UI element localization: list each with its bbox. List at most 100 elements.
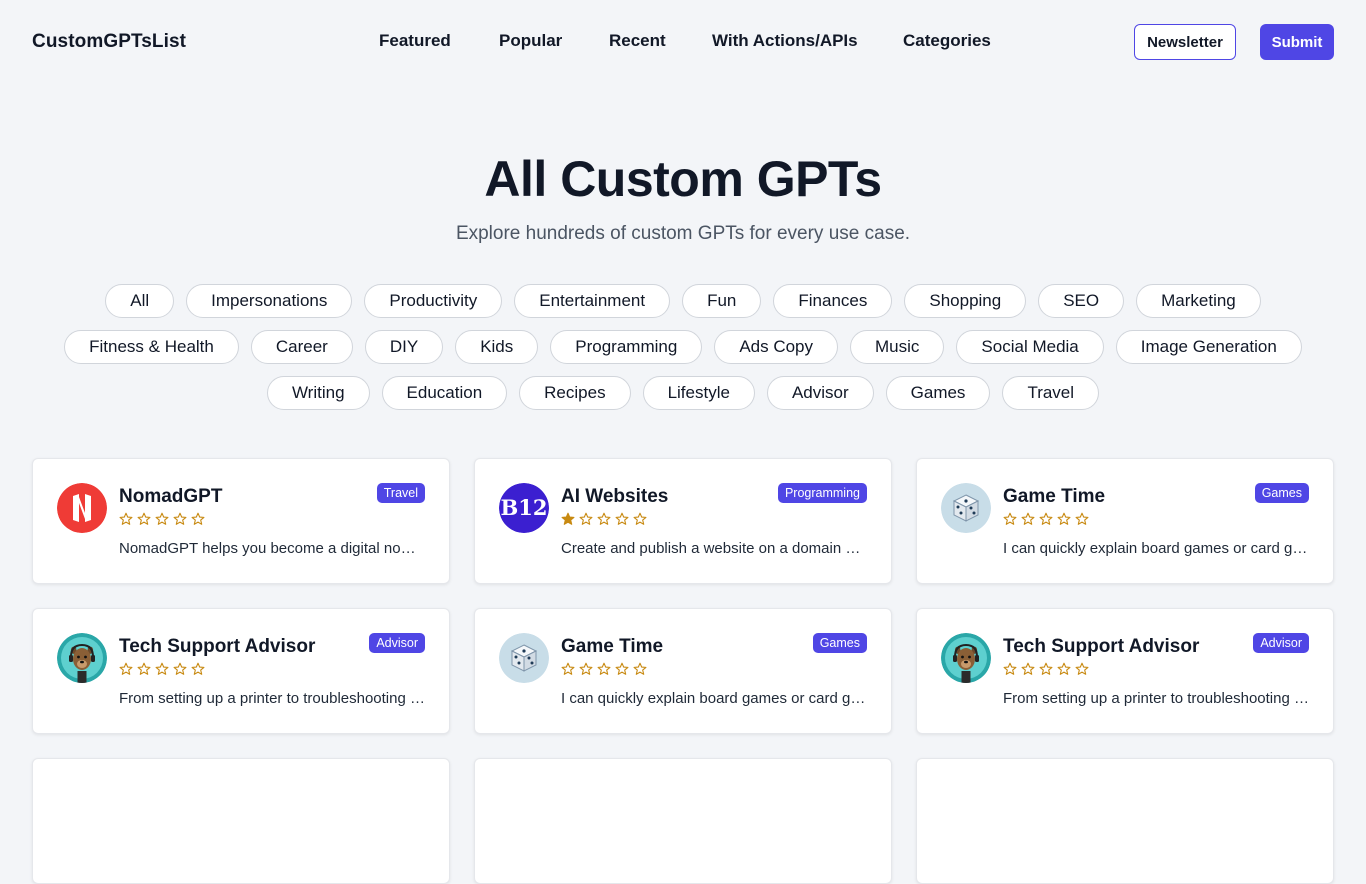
card-title[interactable]: Tech Support Advisor: [1003, 636, 1199, 658]
filter-chip-writing[interactable]: Writing: [266, 376, 370, 410]
star-outline-icon: [137, 662, 151, 678]
category-badge: Games: [1254, 483, 1309, 503]
filter-row-3: Writing Education Recipes Lifestyle Advi…: [0, 376, 1366, 410]
star-outline-icon: [597, 512, 611, 528]
filter-chip-fun[interactable]: Fun: [682, 284, 762, 318]
star-outline-icon: [155, 662, 169, 678]
filter-chip-finances[interactable]: Finances: [773, 284, 893, 318]
star-outline-icon: [579, 662, 593, 678]
site-header: CustomGPTsList Featured Popular Recent W…: [0, 0, 1366, 84]
gpt-card[interactable]: Game Time Games I can quickly explain boar…: [474, 608, 892, 734]
star-outline-icon: [633, 512, 647, 528]
star-outline-icon: [1057, 512, 1071, 528]
star-outline-icon: [137, 512, 151, 528]
filter-chip-image-generation[interactable]: Image Generation: [1115, 330, 1302, 364]
star-outline-icon: [1003, 662, 1017, 678]
star-filled-icon: [561, 512, 575, 528]
star-outline-icon: [633, 662, 647, 678]
filter-chip-kids[interactable]: Kids: [455, 330, 539, 364]
filter-chip-seo[interactable]: SEO: [1038, 284, 1125, 318]
star-outline-icon: [1057, 662, 1071, 678]
gpt-card[interactable]: NomadGPT Travel NomadGPT helps you become …: [32, 458, 450, 584]
category-badge: Programming: [777, 483, 867, 503]
nav-featured[interactable]: Featured: [379, 31, 451, 51]
filter-chip-all[interactable]: All: [105, 284, 175, 318]
filter-chip-music[interactable]: Music: [850, 330, 945, 364]
star-rating: [561, 662, 647, 678]
filter-chip-productivity[interactable]: Productivity: [364, 284, 503, 318]
star-outline-icon: [615, 512, 629, 528]
gpt-card-partial[interactable]: [474, 758, 892, 884]
filter-chip-travel[interactable]: Travel: [1002, 376, 1100, 410]
star-rating: [1003, 512, 1089, 528]
star-rating: [119, 662, 205, 678]
star-rating: [1003, 662, 1089, 678]
b12-logo-icon: B12: [499, 483, 549, 533]
star-outline-icon: [155, 512, 169, 528]
nav-recent[interactable]: Recent: [609, 31, 666, 51]
filter-chip-ads-copy[interactable]: Ads Copy: [714, 330, 839, 364]
card-description: I can quickly explain board games or car…: [1003, 540, 1309, 557]
filter-chip-social-media[interactable]: Social Media: [956, 330, 1104, 364]
star-rating: [119, 512, 205, 528]
page-title: All Custom GPTs: [484, 151, 882, 207]
star-outline-icon: [191, 512, 205, 528]
gpt-card-partial[interactable]: [32, 758, 450, 884]
star-outline-icon: [173, 662, 187, 678]
submit-button[interactable]: Submit: [1260, 24, 1334, 60]
star-outline-icon: [597, 662, 611, 678]
star-outline-icon: [1039, 512, 1053, 528]
star-outline-icon: [173, 512, 187, 528]
filter-chip-fitness-health[interactable]: Fitness & Health: [64, 330, 239, 364]
card-description: From setting up a printer to troubleshoo…: [119, 690, 425, 707]
star-outline-icon: [1039, 662, 1053, 678]
nav-popular[interactable]: Popular: [499, 31, 562, 51]
dice-icon: [499, 633, 549, 683]
card-description: From setting up a printer to troubleshoo…: [1003, 690, 1309, 707]
star-outline-icon: [1021, 512, 1035, 528]
gpt-card[interactable]: Game Time Games I can quickly explain boar…: [916, 458, 1334, 584]
filter-chip-lifestyle[interactable]: Lifestyle: [642, 376, 755, 410]
newsletter-button[interactable]: Newsletter: [1134, 24, 1236, 60]
filter-row-1: All Impersonations Productivity Entertai…: [0, 284, 1366, 318]
filter-chip-impersonations[interactable]: Impersonations: [186, 284, 353, 318]
star-outline-icon: [1075, 512, 1089, 528]
filter-chip-diy[interactable]: DIY: [364, 330, 444, 364]
filter-chip-education[interactable]: Education: [381, 376, 508, 410]
card-description: I can quickly explain board games or car…: [561, 690, 867, 707]
star-rating: [561, 512, 647, 528]
card-description: Create and publish a website on a domain…: [561, 540, 867, 557]
filter-chip-career[interactable]: Career: [250, 330, 353, 364]
star-outline-icon: [615, 662, 629, 678]
gpt-card[interactable]: Tech Support Advisor Advisor From setting …: [916, 608, 1334, 734]
filter-chip-marketing[interactable]: Marketing: [1136, 284, 1261, 318]
card-title[interactable]: NomadGPT: [119, 486, 222, 508]
card-title[interactable]: Game Time: [561, 636, 663, 658]
card-title[interactable]: AI Websites: [561, 486, 668, 508]
filter-chip-entertainment[interactable]: Entertainment: [514, 284, 671, 318]
nav-with-actions-apis[interactable]: With Actions/APIs: [712, 31, 858, 51]
star-outline-icon: [191, 662, 205, 678]
gpt-card[interactable]: Tech Support Advisor Advisor From setting …: [32, 608, 450, 734]
filter-chip-programming[interactable]: Programming: [550, 330, 703, 364]
dog-headset-icon: [941, 633, 991, 683]
filter-chip-games[interactable]: Games: [885, 376, 991, 410]
star-outline-icon: [119, 662, 133, 678]
filter-chip-advisor[interactable]: Advisor: [766, 376, 874, 410]
card-title[interactable]: Tech Support Advisor: [119, 636, 315, 658]
nav-categories[interactable]: Categories: [903, 31, 991, 51]
gpt-card-partial[interactable]: [916, 758, 1334, 884]
card-title[interactable]: Game Time: [1003, 486, 1105, 508]
filter-chip-recipes[interactable]: Recipes: [519, 376, 631, 410]
filter-row-2: Fitness & Health Career DIY Kids Program…: [0, 330, 1366, 364]
category-badge: Games: [812, 633, 867, 653]
star-outline-icon: [119, 512, 133, 528]
star-outline-icon: [1075, 662, 1089, 678]
star-outline-icon: [1021, 662, 1035, 678]
gpt-card[interactable]: B12 AI Websites Programming Create and publ…: [474, 458, 892, 584]
star-outline-icon: [579, 512, 593, 528]
star-outline-icon: [561, 662, 575, 678]
nomad-logo-icon: [57, 483, 107, 533]
filter-chip-shopping[interactable]: Shopping: [904, 284, 1027, 318]
dice-icon: [941, 483, 991, 533]
